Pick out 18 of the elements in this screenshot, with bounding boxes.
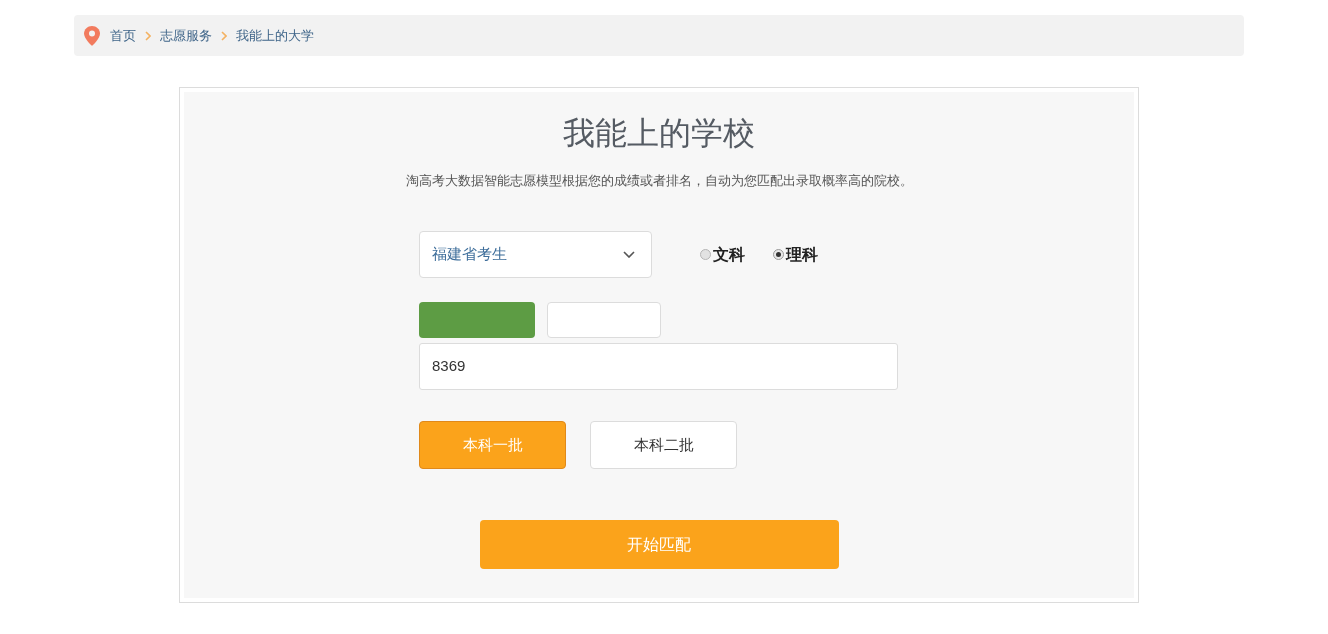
radio-button[interactable] [700,249,711,260]
location-pin-icon [84,25,100,46]
mode-tab[interactable] [419,302,535,338]
breadcrumb-link[interactable]: 志愿服务 [160,25,212,46]
chevron-icon [221,30,227,41]
province-select[interactable]: 福建省考生 [419,231,652,278]
panel-title: 我能上的学校 [563,114,755,153]
radio-button[interactable] [773,249,784,260]
breadcrumb-link[interactable]: 首页 [110,25,136,46]
chevron-icon [145,30,151,41]
radio-label: 文科 [713,244,745,265]
score-input[interactable]: 8369 [419,343,898,390]
breadcrumb-link[interactable]: 我能上的大学 [236,25,314,46]
batch-button[interactable]: 本科二批 [590,421,737,469]
chevron-down-icon [623,251,635,258]
radio-label: 理科 [786,244,818,265]
panel-description: 淘高考大数据智能志愿模型根据您的成绩或者排名，自动为您匹配出录取概率高的院校。 [405,172,913,190]
mode-tab[interactable] [547,302,661,338]
